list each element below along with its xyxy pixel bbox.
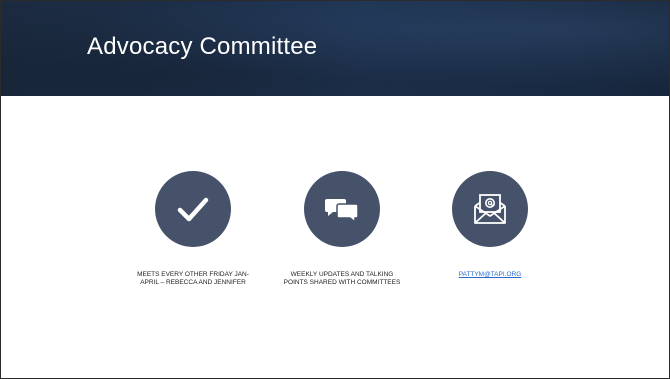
chat-bubbles-icon <box>304 171 380 247</box>
email-link[interactable]: PATTYM@TAPI.ORG <box>410 271 570 279</box>
slide: Advocacy Committee MEETS EVERY OTHER FRI… <box>0 0 670 379</box>
feature-updates: WEEKLY UPDATES AND TALKING POINTS SHARED… <box>262 171 422 287</box>
feature-caption: MEETS EVERY OTHER FRIDAY JAN- APRIL – RE… <box>137 271 249 286</box>
title-bar: Advocacy Committee <box>1 1 669 96</box>
feature-email: PATTYM@TAPI.ORG <box>410 171 570 279</box>
slide-title: Advocacy Committee <box>87 33 318 60</box>
feature-caption: WEEKLY UPDATES AND TALKING POINTS SHARED… <box>283 271 401 286</box>
checkmark-icon <box>155 171 231 247</box>
envelope-at-icon <box>452 171 528 247</box>
feature-meetings: MEETS EVERY OTHER FRIDAY JAN- APRIL – RE… <box>113 171 273 287</box>
